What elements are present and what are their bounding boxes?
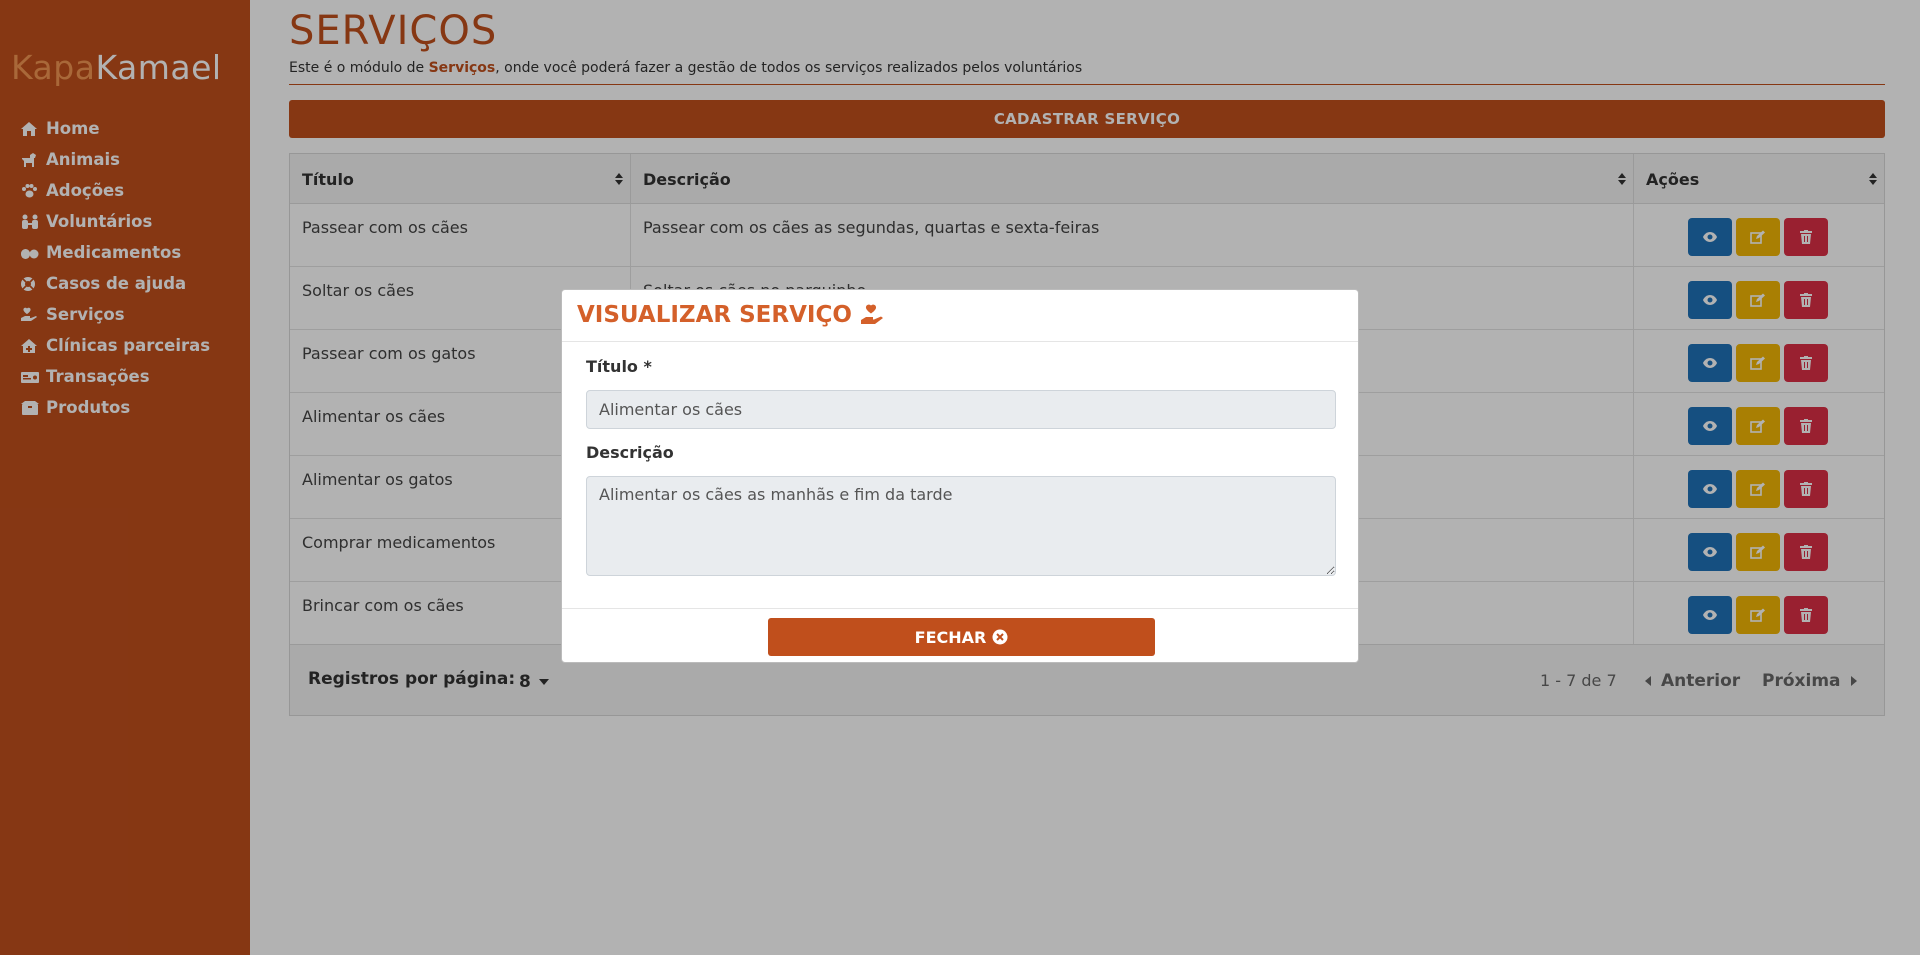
description-field[interactable]: Alimentar os cães as manhãs e fim da tar… <box>586 476 1336 576</box>
close-button[interactable]: FECHAR <box>768 618 1155 656</box>
modal-footer-divider <box>562 608 1358 609</box>
hand-heart-icon <box>860 304 883 324</box>
modal-title-text: VISUALIZAR SERVIÇO <box>577 302 852 328</box>
close-circle-icon <box>992 629 1008 645</box>
title-field-label: Título * <box>586 357 652 376</box>
title-field[interactable] <box>586 390 1336 429</box>
description-field-label: Descrição <box>586 443 674 462</box>
close-button-label: FECHAR <box>914 627 987 647</box>
view-service-modal: VISUALIZAR SERVIÇO Título * Descrição Al… <box>561 289 1359 663</box>
modal-header: VISUALIZAR SERVIÇO <box>562 290 1358 342</box>
modal-title: VISUALIZAR SERVIÇO <box>577 302 886 328</box>
